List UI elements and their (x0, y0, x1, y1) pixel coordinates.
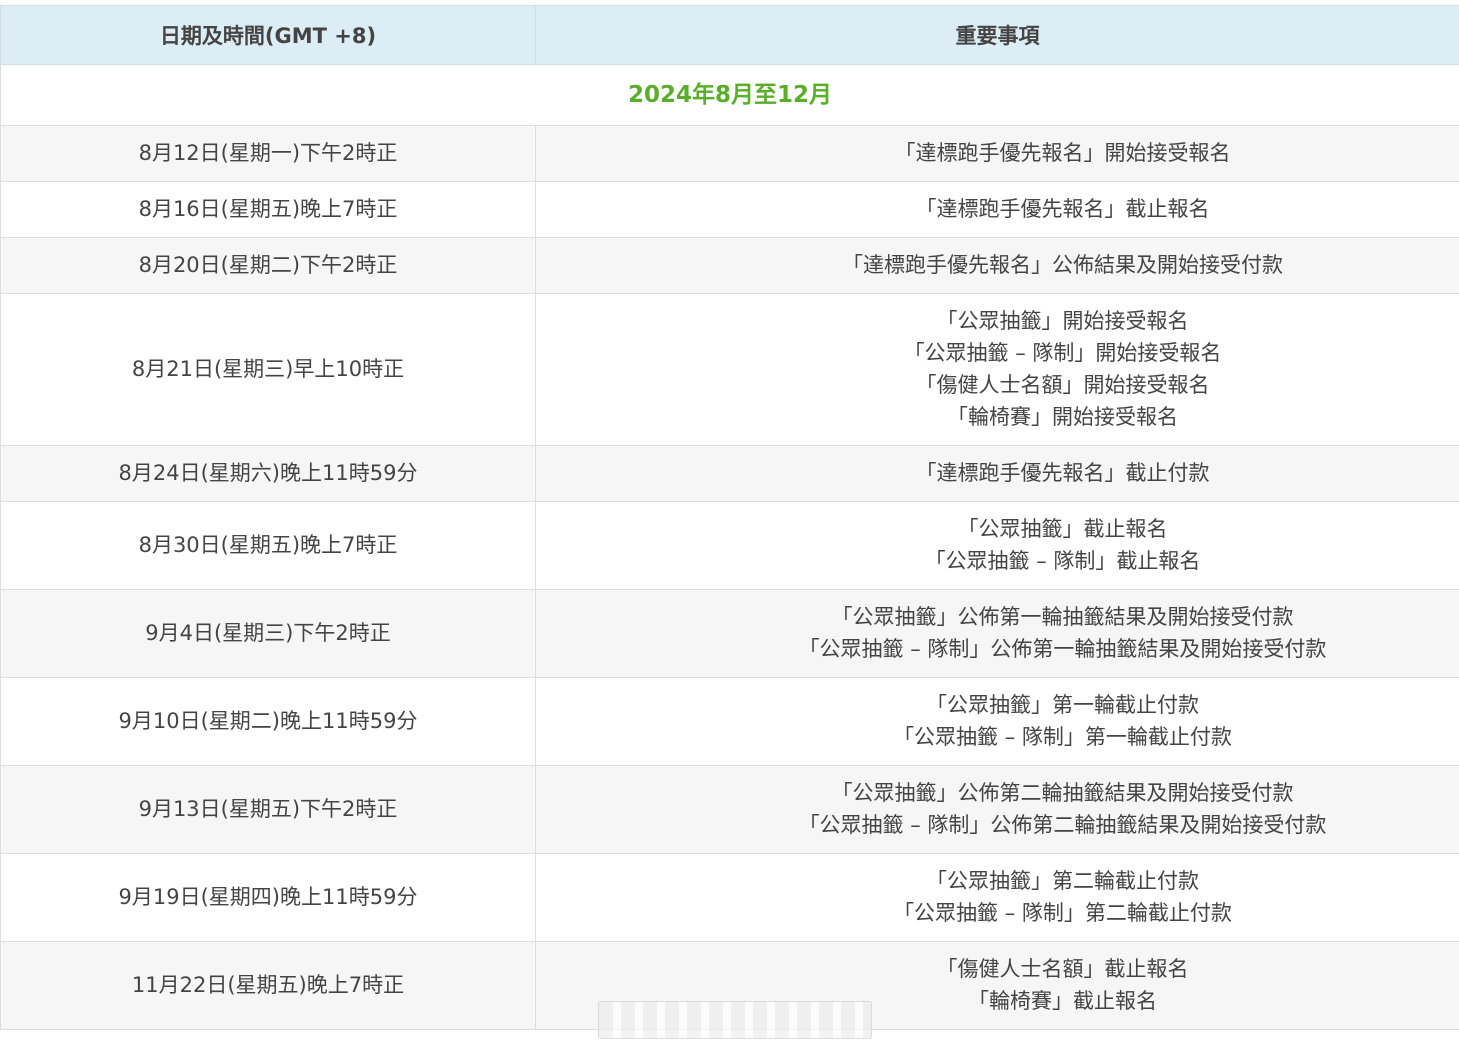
date-cell: 11月22日(星期五)晚上7時正 (0, 941, 536, 1030)
event-item: 「公眾抽籤」開始接受報名 (936, 309, 1189, 333)
event-item: 「公眾抽籤 – 隊制」第一輪截止付款 (893, 725, 1232, 749)
event-item: 「公眾抽籤」第一輪截止付款 (926, 693, 1199, 717)
event-item: 「公眾抽籤 – 隊制」公佈第二輪抽籤結果及開始接受付款 (798, 813, 1327, 837)
event-cell: 「達標跑手優先報名」公佈結果及開始接受付款 (535, 237, 1459, 294)
table-row: 8月16日(星期五)晚上7時正 「達標跑手優先報名」截止報名 (0, 181, 1459, 238)
event-cell: 「達標跑手優先報名」截止付款 (535, 445, 1459, 502)
period-row: 2024年8月至12月 (0, 64, 1459, 126)
table-header: 日期及時間(GMT +8) 重要事項 (0, 5, 1459, 65)
period-label: 2024年8月至12月 (0, 64, 1459, 126)
event-item: 「傷健人士名額」開始接受報名 (915, 373, 1210, 397)
table-row: 8月20日(星期二)下午2時正 「達標跑手優先報名」公佈結果及開始接受付款 (0, 237, 1459, 294)
date-cell: 9月13日(星期五)下午2時正 (0, 765, 536, 854)
table-row: 8月12日(星期一)下午2時正 「達標跑手優先報名」開始接受報名 (0, 125, 1459, 182)
date-cell: 8月20日(星期二)下午2時正 (0, 237, 536, 294)
table-row: 9月13日(星期五)下午2時正 「公眾抽籤」公佈第二輪抽籤結果及開始接受付款 「公眾… (0, 765, 1459, 854)
event-item: 「傷健人士名額」截止報名 (936, 957, 1189, 981)
date-cell: 8月24日(星期六)晚上11時59分 (0, 445, 536, 502)
event-item: 「達標跑手優先報名」截止報名 (915, 197, 1210, 221)
event-column-header: 重要事項 (535, 5, 1459, 65)
event-item: 「公眾抽籤 – 隊制」第二輪截止付款 (893, 901, 1232, 925)
event-item: 「公眾抽籤 – 隊制」公佈第一輪抽籤結果及開始接受付款 (798, 637, 1327, 661)
event-cell: 「公眾抽籤」第二輪截止付款「公眾抽籤 – 隊制」第二輪截止付款 (535, 853, 1459, 942)
table-row: 8月30日(星期五)晚上7時正 「公眾抽籤」截止報名 「公眾抽籤 – 隊制」截止報名 (0, 501, 1459, 590)
table-row: 9月19日(星期四)晚上11時59分 「公眾抽籤」第二輪截止付款 「公眾抽籤 – 隊… (0, 853, 1459, 942)
event-item: 「公眾抽籤 – 隊制」截止報名 (924, 549, 1201, 573)
event-cell: 「公眾抽籤」開始接受報名「公眾抽籤 – 隊制」開始接受報名 「傷健人士名額」開始接… (535, 293, 1459, 446)
event-cell: 「公眾抽籤」第一輪截止付款「公眾抽籤 – 隊制」第一輪截止付款 (535, 677, 1459, 766)
header-row: 日期及時間(GMT +8) 重要事項 (0, 5, 1459, 65)
table-row: 9月4日(星期三)下午2時正 「公眾抽籤」公佈第一輪抽籤結果及開始接受付款 「公眾抽… (0, 589, 1459, 678)
event-cell: 「公眾抽籤」公佈第一輪抽籤結果及開始接受付款「公眾抽籤 – 隊制」公佈第一輪抽籤… (535, 589, 1459, 678)
loading-placeholder-bar (598, 1001, 872, 1039)
event-item: 「公眾抽籤」公佈第一輪抽籤結果及開始接受付款 (831, 605, 1294, 629)
table-row: 8月21日(星期三)早上10時正 「公眾抽籤」開始接受報名 「公眾抽籤 – 隊制」開… (0, 293, 1459, 446)
date-cell: 9月10日(星期二)晚上11時59分 (0, 677, 536, 766)
event-cell: 「公眾抽籤」截止報名「公眾抽籤 – 隊制」截止報名 (535, 501, 1459, 590)
date-cell: 8月16日(星期五)晚上7時正 (0, 181, 536, 238)
table-body: 2024年8月至12月 8月12日(星期一)下午2時正 「達標跑手優先報名」開始接… (0, 64, 1459, 1030)
date-cell: 8月12日(星期一)下午2時正 (0, 125, 536, 182)
date-cell: 9月4日(星期三)下午2時正 (0, 589, 536, 678)
event-item: 「輪椅賽」開始接受報名 (947, 405, 1178, 429)
date-cell: 8月30日(星期五)晚上7時正 (0, 501, 536, 590)
event-item: 「達標跑手優先報名」公佈結果及開始接受付款 (842, 253, 1283, 277)
event-cell: 「達標跑手優先報名」截止報名 (535, 181, 1459, 238)
schedule-table: 日期及時間(GMT +8) 重要事項 2024年8月至12月 8月12日(星期一… (0, 5, 1459, 1030)
event-item: 「達標跑手優先報名」截止付款 (915, 461, 1210, 485)
table-row: 8月24日(星期六)晚上11時59分 「達標跑手優先報名」截止付款 (0, 445, 1459, 502)
event-item: 「公眾抽籤」第二輪截止付款 (926, 869, 1199, 893)
event-item: 「達標跑手優先報名」開始接受報名 (894, 141, 1231, 165)
event-cell: 「達標跑手優先報名」開始接受報名 (535, 125, 1459, 182)
event-item: 「公眾抽籤」截止報名 (957, 517, 1168, 541)
date-cell: 9月19日(星期四)晚上11時59分 (0, 853, 536, 942)
date-column-header: 日期及時間(GMT +8) (0, 5, 536, 65)
table-row: 9月10日(星期二)晚上11時59分 「公眾抽籤」第一輪截止付款 「公眾抽籤 – 隊… (0, 677, 1459, 766)
date-cell: 8月21日(星期三)早上10時正 (0, 293, 536, 446)
event-item: 「公眾抽籤 – 隊制」開始接受報名 (903, 341, 1222, 365)
event-item: 「公眾抽籤」公佈第二輪抽籤結果及開始接受付款 (831, 781, 1294, 805)
event-cell: 「公眾抽籤」公佈第二輪抽籤結果及開始接受付款「公眾抽籤 – 隊制」公佈第二輪抽籤… (535, 765, 1459, 854)
